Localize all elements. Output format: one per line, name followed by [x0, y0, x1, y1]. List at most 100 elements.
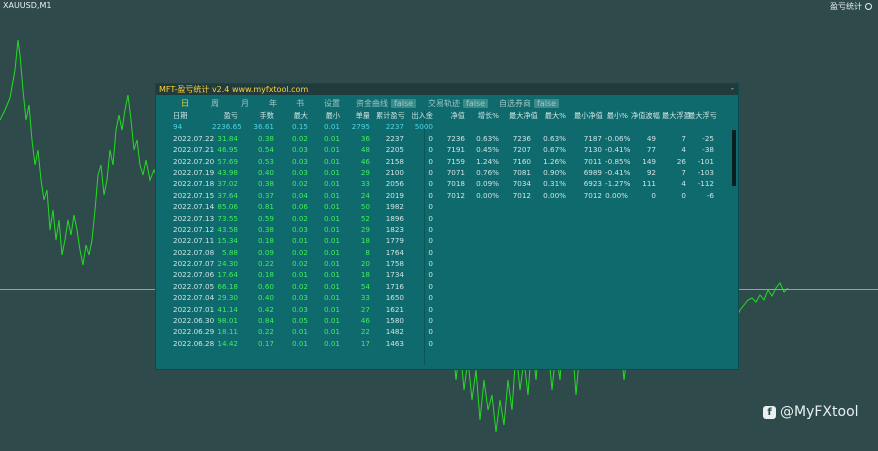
- table-row[interactable]: 2022.07.07 24.30 0.22 0.02 0.01 20 1758 0: [156, 259, 738, 270]
- table-cell: 15.34: [217, 236, 238, 246]
- table-row[interactable]: 2022.07.06 17.64 0.18 0.01 0.01 18 1734 0: [156, 270, 738, 281]
- table-cell: 0.05: [291, 316, 308, 326]
- table-cell: 2158: [385, 156, 404, 166]
- table-cell: 0.01: [323, 145, 340, 155]
- summary-cell: 0.15: [291, 122, 308, 132]
- table-cell: 0.38: [257, 133, 274, 143]
- stat-cell: 7159: [446, 156, 465, 166]
- table-cell: 0.01: [323, 259, 340, 269]
- table-row[interactable]: 2022.07.05 66.18 0.60 0.02 0.01 54 1716 0: [156, 282, 738, 293]
- table-cell: 0: [428, 224, 433, 234]
- panel-titlebar[interactable]: MFT-盈亏统计 v2.4 www.myfxtool.com -: [156, 84, 738, 95]
- table-cell: 1482: [385, 327, 404, 337]
- table-cell: 2205: [385, 145, 404, 155]
- table-row[interactable]: 2022.07.18 37.02 0.38 0.02 0.01 33 2056 0 7018 0.…: [156, 179, 738, 190]
- table-row[interactable]: 2022.07.08 5.88 0.09 0.02 0.01 8 1764 0: [156, 248, 738, 259]
- table-cell: 0.40: [257, 293, 274, 303]
- table-cell: 0: [428, 247, 433, 257]
- table-row[interactable]: 2022.07.12 43.58 0.38 0.03 0.01 29 1823 0: [156, 225, 738, 236]
- table-row[interactable]: 2022.07.14 85.06 0.81 0.06 0.01 50 1982 0: [156, 202, 738, 213]
- stat-cell: 0: [681, 190, 686, 200]
- table-cell: 17.64: [217, 270, 238, 280]
- chart-symbol-title: XAUUSD,M1: [3, 1, 52, 10]
- stat-cell: 7071: [446, 167, 465, 177]
- table-cell: 0.02: [291, 259, 308, 269]
- table-cell: 27: [360, 304, 370, 314]
- table-cell: 0: [428, 133, 433, 143]
- table-cell: 0.53: [257, 156, 274, 166]
- stat-cell: 149: [642, 156, 656, 166]
- tab-week[interactable]: 周: [211, 98, 219, 109]
- summary-cell: 36.61: [253, 122, 274, 132]
- minimize-icon[interactable]: -: [731, 84, 734, 95]
- table-header: 日期 盈亏 手数 最大 最小 单量 累计盈亏 出入金 净值 增长% 最大净值 最大% 最小净值 最小% 净值…: [156, 111, 738, 122]
- table-cell: 0.01: [323, 167, 340, 177]
- table-cell: 29.30: [217, 293, 238, 303]
- stat-cell: -0.06%: [605, 133, 631, 143]
- toggle-label: 交易轨迹: [428, 99, 460, 108]
- stat-cell: 0.00%: [476, 190, 499, 200]
- table-cell: 0.01: [323, 224, 340, 234]
- table-cell: 0.01: [291, 236, 308, 246]
- table-cell: 22: [360, 327, 370, 337]
- table-row[interactable]: 2022.06.29 18.11 0.22 0.01 0.01 22 1482 0: [156, 327, 738, 338]
- table-cell: 18: [360, 270, 370, 280]
- table-cell: 0.01: [323, 338, 340, 348]
- table-cell: 0.06: [291, 202, 308, 212]
- table-row[interactable]: 2022.07.13 73.55 0.59 0.02 0.01 52 1896 0: [156, 214, 738, 225]
- toggle-value: false: [534, 99, 560, 108]
- toggle-broker[interactable]: 自选券商 false: [499, 98, 560, 109]
- table-cell: 0.01: [323, 327, 340, 337]
- column-header: 盈亏: [223, 111, 238, 120]
- table-cell: 52: [360, 213, 370, 223]
- table-row[interactable]: 2022.07.21 46.95 0.54 0.03 0.01 48 2205 0 7191 0.…: [156, 145, 738, 156]
- table-row[interactable]: 2022.07.11 15.34 0.18 0.01 0.01 18 1779 0: [156, 236, 738, 247]
- table-row[interactable]: 2022.07.15 37.64 0.37 0.04 0.01 24 2019 0 7012 0.…: [156, 191, 738, 202]
- stat-cell: 0: [651, 190, 656, 200]
- table-cell: 0: [428, 316, 433, 326]
- table-cell: 24.30: [217, 259, 238, 269]
- table-cell: 0.04: [291, 190, 308, 200]
- table-cell: 0: [428, 156, 433, 166]
- table-cell: 33: [360, 179, 370, 189]
- period-tabs: 日 周 月 年 书 设置 资金曲线 false 交易轨迹 false 自选券商 fal…: [156, 95, 738, 111]
- tab-book[interactable]: 书: [296, 98, 304, 109]
- table-cell: 0.18: [257, 270, 274, 280]
- table-cell: 37.64: [217, 190, 238, 200]
- stat-cell: 7187: [583, 133, 602, 143]
- table-cell: 1982: [385, 202, 404, 212]
- table-cell: 0.01: [323, 190, 340, 200]
- table-row[interactable]: 2022.06.30 98.01 0.84 0.05 0.01 46 1580 0: [156, 316, 738, 327]
- pnl-stats-panel: MFT-盈亏统计 v2.4 www.myfxtool.com - 日 周 月 年…: [156, 84, 738, 369]
- tab-day[interactable]: 日: [181, 98, 189, 109]
- table-row[interactable]: 2022.07.19 43.98 0.40 0.03 0.01 29 2100 0 7071 0.…: [156, 168, 738, 179]
- column-header: 最小: [325, 111, 340, 120]
- table-cell: 46.95: [217, 145, 238, 155]
- table-row[interactable]: 2022.07.20 57.69 0.53 0.03 0.01 46 2158 0 7159 1.…: [156, 157, 738, 168]
- table-row[interactable]: 2022.07.01 41.14 0.42 0.03 0.01 27 1621 0: [156, 305, 738, 316]
- table-cell: 85.06: [217, 202, 238, 212]
- table-row[interactable]: 2022.07.22 31.84 0.38 0.02 0.01 36 2237 0 7236 0.…: [156, 134, 738, 145]
- table-cell: 0.03: [291, 156, 308, 166]
- toggle-trade-track[interactable]: 交易轨迹 false: [428, 98, 489, 109]
- stat-cell: 7236: [512, 133, 531, 143]
- table-cell: 0.01: [323, 133, 340, 143]
- settings-icon[interactable]: [865, 3, 872, 10]
- table-row[interactable]: 2022.07.04 29.30 0.40 0.03 0.01 33 1650 0: [156, 293, 738, 304]
- indicator-label[interactable]: 盈亏统计: [830, 1, 872, 12]
- table-cell: 29: [360, 224, 370, 234]
- table-cell: 0.38: [257, 179, 274, 189]
- table-cell: 0.01: [323, 156, 340, 166]
- pnl-table: 日期 盈亏 手数 最大 最小 单量 累计盈亏 出入金 净值 增长% 最大净值 最大% 最小净值 最小% 净值…: [156, 111, 738, 350]
- stat-cell: 7236: [446, 133, 465, 143]
- table-cell: 1650: [385, 293, 404, 303]
- tab-year[interactable]: 年: [269, 98, 277, 109]
- tab-month[interactable]: 月: [241, 98, 249, 109]
- settings-button[interactable]: 设置: [324, 98, 340, 109]
- table-cell: 50: [360, 202, 370, 212]
- table-row[interactable]: 2022.06.28 14.42 0.17 0.01 0.01 17 1463 0: [156, 339, 738, 350]
- table-cell: 41.14: [217, 304, 238, 314]
- stat-cell: 7160: [512, 156, 531, 166]
- table-cell: 43.98: [217, 167, 238, 177]
- toggle-equity-curve[interactable]: 资金曲线 false: [356, 98, 417, 109]
